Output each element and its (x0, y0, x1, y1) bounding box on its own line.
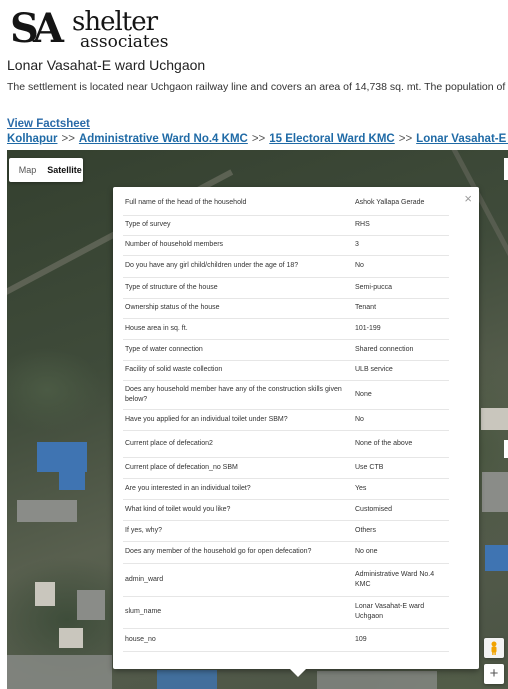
field-value: No (351, 409, 449, 431)
field-label: admin_ward (123, 563, 351, 597)
map-building (17, 500, 77, 522)
table-row: Do you have any girl child/children unde… (123, 255, 449, 278)
breadcrumb-kolhapur[interactable]: Kolhapur (7, 133, 57, 145)
field-value: Semi-pucca (351, 277, 449, 299)
field-label: If yes, why? (123, 520, 351, 542)
field-label: Full name of the head of the household (123, 192, 351, 216)
table-row: Type of survey RHS (123, 215, 449, 236)
map-type-map-button[interactable]: Map (9, 165, 46, 175)
pegman-icon[interactable] (484, 638, 504, 658)
breadcrumb-electoral-ward[interactable]: 15 Electoral Ward KMC (269, 133, 394, 145)
table-row: Are you interested in an individual toil… (123, 478, 449, 500)
field-label: House area in sq. ft. (123, 318, 351, 340)
field-label: Have you applied for an individual toile… (123, 409, 351, 431)
logo-initials: SA (10, 5, 64, 52)
map-building (481, 408, 508, 430)
breadcrumb-administrative-ward[interactable]: Administrative Ward No.4 KMC (79, 133, 248, 145)
close-icon[interactable]: × (464, 192, 472, 205)
map-building-blue (485, 545, 508, 571)
table-row: slum_name Lonar Vasahat-E ward Uchgaon (123, 596, 449, 629)
field-value: Lonar Vasahat-E ward Uchgaon (351, 596, 449, 629)
fullscreen-button[interactable] (504, 158, 508, 180)
field-label: Does any household member have any of th… (123, 380, 351, 410)
field-value: 109 (351, 628, 449, 652)
table-row: Number of household members 3 (123, 235, 449, 256)
field-label: Are you interested in an individual toil… (123, 478, 351, 500)
breadcrumb-separator: >> (398, 133, 413, 145)
field-value: Administrative Ward No.4 KMC (351, 563, 449, 597)
map-building (35, 582, 55, 606)
field-value: Yes (351, 478, 449, 500)
table-row: Full name of the head of the household As… (123, 192, 449, 216)
field-label: slum_name (123, 596, 351, 629)
field-value: No one (351, 541, 449, 564)
field-label: What kind of toilet would you like? (123, 499, 351, 521)
page-title: Lonar Vasahat-E ward Uchgaon (7, 57, 206, 73)
field-value: None (351, 380, 449, 410)
map-building-blue (59, 472, 85, 490)
field-label: Type of survey (123, 215, 351, 236)
field-value: Use CTB (351, 457, 449, 479)
shelter-associates-logo[interactable]: SA shelter associates (10, 6, 210, 52)
field-value: Customised (351, 499, 449, 521)
household-info-table: Full name of the head of the household As… (123, 192, 449, 652)
table-row: Does any member of the household go for … (123, 541, 449, 564)
field-value: 101-199 (351, 318, 449, 340)
map-type-satellite-button[interactable]: Satellite (46, 165, 83, 175)
breadcrumb-settlement[interactable]: Lonar Vasahat-E ward Uchgaon (416, 133, 508, 145)
map-building (317, 671, 437, 689)
field-value: Tenant (351, 298, 449, 319)
field-label: Number of household members (123, 235, 351, 256)
table-row: Current place of defecation_no SBM Use CT… (123, 457, 449, 479)
field-value: 3 (351, 235, 449, 256)
field-label: Does any member of the household go for … (123, 541, 351, 564)
logo-word-associates: associates (80, 32, 169, 52)
map-building (482, 472, 508, 512)
breadcrumb-separator: >> (61, 133, 75, 145)
field-value: None of the above (351, 430, 449, 458)
field-label: Ownership status of the house (123, 298, 351, 319)
table-row: Does any household member have any of th… (123, 380, 449, 410)
table-row: If yes, why? Others (123, 520, 449, 542)
field-label: Current place of defecation2 (123, 430, 351, 458)
map-building (7, 655, 112, 689)
table-row: What kind of toilet would you like? Custo… (123, 499, 449, 521)
zoom-in-button[interactable]: + (484, 664, 504, 684)
view-factsheet-link[interactable]: View Factsheet (7, 118, 90, 130)
field-label: Current place of defecation_no SBM (123, 457, 351, 479)
map-building (77, 590, 105, 620)
table-row: Ownership status of the house Tenant (123, 298, 449, 319)
field-label: Do you have any girl child/children unde… (123, 255, 351, 278)
table-row: admin_ward Administrative Ward No.4 KMC (123, 563, 449, 597)
field-label: Type of structure of the house (123, 277, 351, 299)
map-type-control: Map Satellite (9, 158, 83, 182)
field-value: RHS (351, 215, 449, 236)
popup-pointer (290, 669, 306, 677)
breadcrumb: Kolhapur >> Administrative Ward No.4 KMC >>… (7, 133, 508, 145)
breadcrumb-separator: >> (251, 133, 266, 145)
map-building (59, 628, 83, 648)
table-row: Current place of defecation2 None of the … (123, 430, 449, 458)
field-value: Ashok Yallapa Gerade (351, 192, 449, 216)
map-side-control[interactable] (504, 440, 508, 458)
satellite-map[interactable]: Map Satellite + × Full name of the head … (7, 150, 508, 689)
field-value: No (351, 255, 449, 278)
field-value: Others (351, 520, 449, 542)
field-label: Facility of solid waste collection (123, 360, 351, 381)
map-building-blue (157, 670, 217, 689)
table-row: Type of water connection Shared connectio… (123, 339, 449, 361)
table-row: house_no 109 (123, 628, 449, 652)
table-row: Have you applied for an individual toile… (123, 409, 449, 431)
field-label: house_no (123, 628, 351, 652)
table-row: Type of structure of the house Semi-pucca (123, 277, 449, 299)
table-row: Facility of solid waste collection ULB se… (123, 360, 449, 381)
table-row: House area in sq. ft. 101-199 (123, 318, 449, 340)
field-value: Shared connection (351, 339, 449, 361)
map-building-blue (37, 442, 87, 472)
field-value: ULB service (351, 360, 449, 381)
field-label: Type of water connection (123, 339, 351, 361)
settlement-description: The settlement is located near Uchgaon r… (7, 81, 508, 93)
household-info-popup: × Full name of the head of the household… (113, 187, 479, 677)
